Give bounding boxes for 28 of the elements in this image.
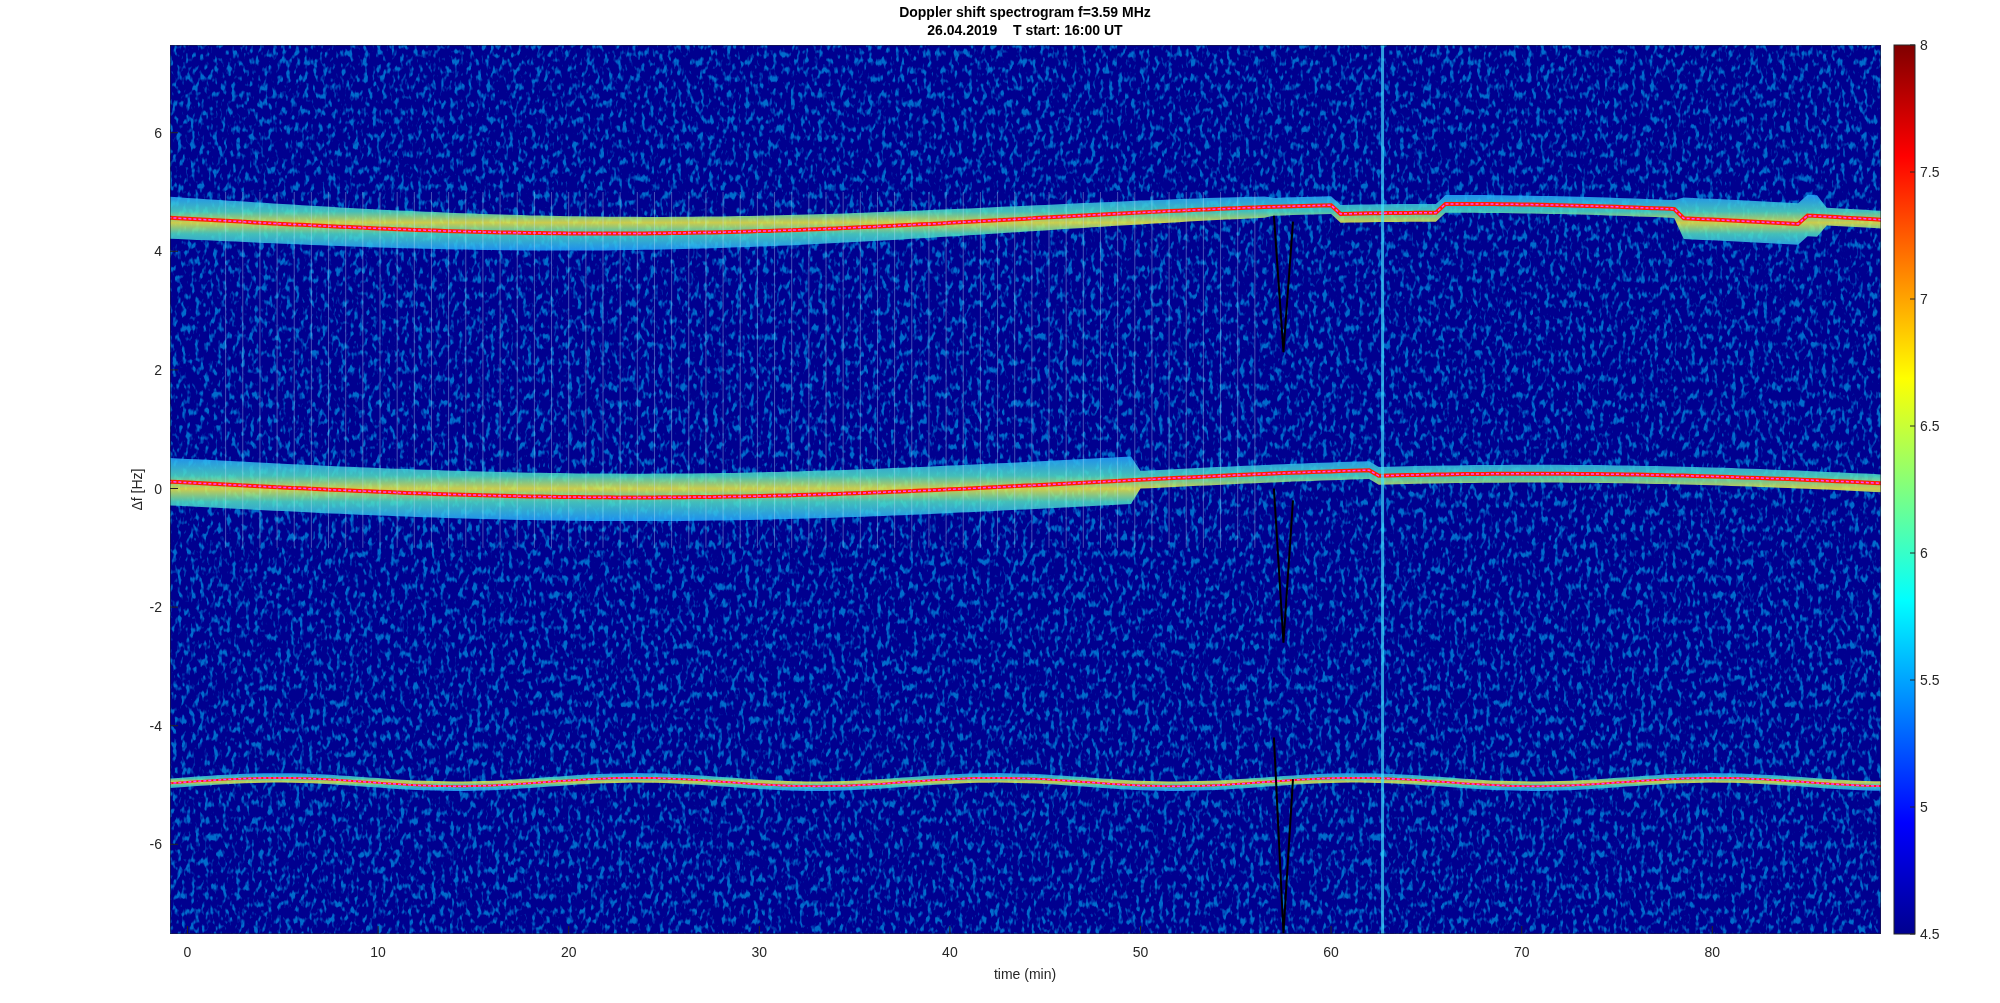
x-tick-label: 10	[370, 944, 386, 960]
y-tick-label: 2	[154, 361, 162, 378]
y-tick-label: 0	[154, 480, 162, 497]
chart-title: 26.04.2019 T start: 16:00 UT	[927, 22, 1123, 38]
colorbar-tick-label: 4.5	[1920, 926, 1940, 942]
x-tick-label: 0	[183, 944, 192, 960]
x-tick-label: 20	[560, 944, 577, 960]
y-tick-label: -4	[149, 717, 162, 734]
x-tick-label: 50	[1132, 944, 1149, 960]
y-tick-label: -2	[149, 599, 162, 616]
y-tick-label: 4	[154, 243, 162, 260]
x-tick-label: 80	[1704, 944, 1721, 960]
colorbar-tick-label: 5.5	[1920, 672, 1940, 688]
x-tick-label: 30	[751, 944, 768, 960]
x-tick-label: 60	[1323, 944, 1339, 960]
x-tick-label: 40	[942, 944, 958, 960]
y-tick-label: 6	[154, 124, 162, 141]
chart-title: Doppler shift spectrogram f=3.59 MHz	[899, 4, 1151, 20]
x-axis-label: time (min)	[993, 966, 1057, 982]
colorbar-tick-label: 7.5	[1920, 164, 1940, 180]
colorbar-tick-label: 5	[1920, 799, 1928, 815]
y-tick-label: -6	[149, 836, 162, 853]
colorbar-tick-label: 7	[1920, 291, 1928, 307]
colorbar-tick-label: 6.5	[1920, 418, 1940, 434]
y-axis-label: Δf [Hz]	[129, 468, 145, 511]
colorbar-tick-label: 8	[1920, 37, 1928, 53]
x-tick-label: 70	[1513, 944, 1530, 960]
colorbar-tick-label: 6	[1920, 545, 1928, 561]
